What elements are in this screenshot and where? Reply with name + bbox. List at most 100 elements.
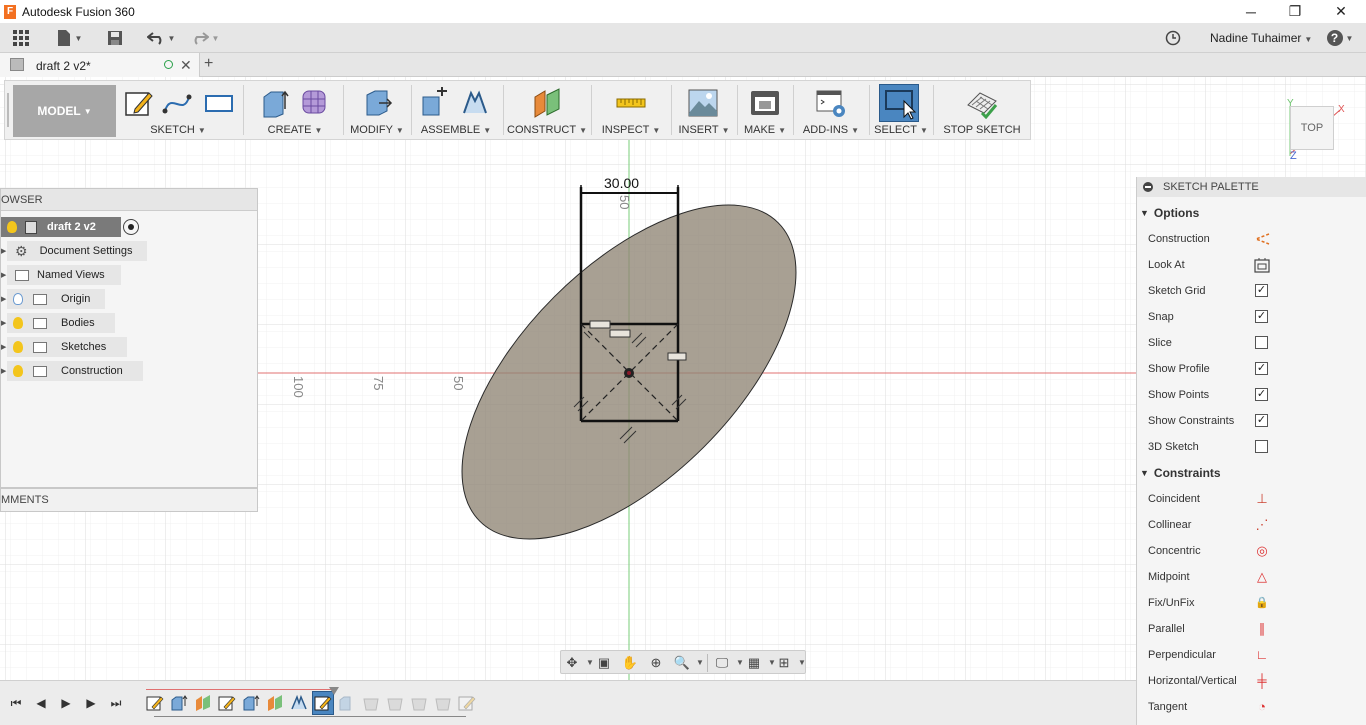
redo-button[interactable]: ▼ [188, 28, 222, 48]
constraints-section-header[interactable]: ▼ Constraints [1137, 462, 1221, 484]
press-pull-icon[interactable] [361, 87, 393, 119]
show-profile-checkbox[interactable]: ✓ [1255, 362, 1268, 375]
browser-document-settings[interactable]: ▶ ⚙ Document Settings [1, 241, 147, 261]
browser-header[interactable]: OWSER [1, 189, 257, 211]
perpendicular-icon[interactable]: ∟ [1253, 646, 1271, 664]
parallel-icon[interactable]: ∥ [1253, 620, 1271, 638]
constraint-concentric[interactable]: Concentric ◎ [1137, 538, 1366, 564]
timeline-extrude-icon[interactable] [242, 694, 260, 712]
tangent-icon[interactable]: ◔ [1253, 698, 1271, 716]
inspect-menu[interactable]: INSPECT ▼ [593, 124, 669, 136]
close-tab-button[interactable]: ✕ [180, 57, 192, 74]
form-icon[interactable] [299, 87, 331, 119]
constraint-midpoint[interactable]: Midpoint △ [1137, 564, 1366, 590]
joint-icon[interactable] [459, 87, 491, 119]
option-3d-sketch[interactable]: 3D Sketch [1137, 434, 1366, 460]
grid-settings-icon[interactable]: ▦ [745, 654, 763, 672]
look-at-icon[interactable] [1253, 256, 1271, 274]
close-button[interactable]: ✕ [1318, 0, 1364, 23]
stop-sketch-group[interactable]: STOP SKETCH [935, 81, 1029, 139]
job-status-clock-icon[interactable] [1163, 28, 1183, 48]
create-menu[interactable]: CREATE ▼ [249, 124, 341, 136]
visibility-bulb-icon[interactable] [13, 293, 23, 305]
scripts-addins-icon[interactable] [815, 87, 847, 119]
constraint-fix-unfix[interactable]: Fix/UnFix 🔒 [1137, 590, 1366, 616]
add-ins-menu[interactable]: ADD-INS ▼ [795, 124, 867, 136]
spline-icon[interactable] [161, 87, 193, 119]
3d-sketch-checkbox[interactable] [1255, 440, 1268, 453]
sketch-menu[interactable]: SKETCH ▼ [117, 124, 239, 136]
insert-image-icon[interactable] [687, 87, 719, 119]
rectangle-icon[interactable] [203, 87, 235, 119]
comments-panel[interactable]: MMENTS [0, 488, 258, 512]
coincident-icon[interactable]: ⊥ [1253, 490, 1271, 508]
constraint-coincident[interactable]: Coincident ⊥ [1137, 486, 1366, 512]
timeline-shell-icon[interactable] [434, 694, 452, 712]
assemble-menu[interactable]: ASSEMBLE ▼ [413, 124, 499, 136]
orbit-icon[interactable]: ✥ [563, 654, 581, 672]
constraint-parallel[interactable]: Parallel ∥ [1137, 616, 1366, 642]
new-component-icon[interactable] [419, 87, 451, 119]
viewports-icon[interactable]: ⊞ [775, 654, 793, 672]
select-menu[interactable]: SELECT ▼ [871, 124, 931, 136]
extrude-icon[interactable] [259, 87, 291, 119]
horizontal-vertical-icon[interactable]: ╪ [1253, 672, 1271, 690]
timeline-sketch-icon[interactable] [458, 694, 476, 712]
options-section-header[interactable]: ▼ Options [1137, 202, 1199, 224]
constraint-horizontal-vertical[interactable]: Horizontal/Vertical ╪ [1137, 668, 1366, 694]
browser-named-views[interactable]: ▶ Named Views [1, 265, 121, 285]
fit-zoom-icon[interactable]: 🔍 [673, 654, 691, 672]
timeline-extrude-icon[interactable] [338, 694, 356, 712]
toolbar-grip[interactable] [7, 93, 9, 127]
data-panel-grid-icon[interactable] [10, 28, 32, 48]
visibility-bulb-icon[interactable] [13, 341, 23, 353]
timeline-shell-icon[interactable] [362, 694, 380, 712]
constraint-collinear[interactable]: Collinear ⋰ [1137, 512, 1366, 538]
select-button[interactable] [879, 84, 919, 122]
timeline-plane-icon[interactable] [266, 694, 284, 712]
activate-component-icon[interactable] [123, 219, 139, 235]
collapse-palette-icon[interactable] [1143, 182, 1153, 192]
browser-sketches[interactable]: ▶ Sketches [1, 337, 127, 357]
minimize-button[interactable]: ─ [1228, 0, 1274, 23]
dimension-value[interactable]: 30.00 [604, 175, 639, 191]
browser-bodies[interactable]: ▶ Bodies [1, 313, 115, 333]
browser-origin[interactable]: ▶ Origin [1, 289, 105, 309]
option-construction[interactable]: Construction [1137, 226, 1366, 252]
look-at-nav-icon[interactable]: ▣ [595, 654, 613, 672]
document-tab[interactable]: draft 2 v2* ✕ [0, 53, 200, 77]
timeline-sketch-icon[interactable] [146, 694, 164, 712]
pan-hand-icon[interactable]: ✋ [621, 654, 639, 672]
timeline-extrude-icon[interactable] [170, 694, 188, 712]
display-settings-icon[interactable]: 🖵 [713, 654, 731, 672]
measure-icon[interactable] [615, 87, 647, 119]
undo-button[interactable]: ▼ [144, 28, 178, 48]
viewcube[interactable]: TOP Y X Z [1284, 98, 1354, 168]
visibility-bulb-icon[interactable] [13, 317, 23, 329]
snap-checkbox[interactable]: ✓ [1255, 310, 1268, 323]
user-account-menu[interactable]: Nadine Tuhaimer ▼ [1210, 31, 1312, 45]
lock-icon[interactable]: 🔒 [1253, 594, 1271, 612]
make-menu[interactable]: MAKE ▼ [739, 124, 791, 136]
collinear-icon[interactable]: ⋰ [1253, 516, 1271, 534]
visibility-bulb-icon[interactable] [7, 221, 17, 233]
sketch-grid-checkbox[interactable]: ✓ [1255, 284, 1268, 297]
zoom-icon[interactable]: ⊕ [647, 654, 665, 672]
browser-construction[interactable]: ▶ Construction [1, 361, 143, 381]
step-forward-icon[interactable]: ▶ [83, 695, 99, 711]
palette-header[interactable]: SKETCH PALETTE [1137, 177, 1366, 197]
constraint-tangent[interactable]: Tangent ◔ [1137, 694, 1366, 720]
workspace-switcher[interactable]: MODEL ▼ [13, 85, 116, 137]
option-show-points[interactable]: Show Points ✓ [1137, 382, 1366, 408]
option-show-profile[interactable]: Show Profile ✓ [1137, 356, 1366, 382]
show-points-checkbox[interactable]: ✓ [1255, 388, 1268, 401]
insert-menu[interactable]: INSERT ▼ [673, 124, 735, 136]
file-menu-button[interactable]: ▼ [54, 28, 84, 48]
go-to-end-icon[interactable]: ⏭ [108, 695, 124, 711]
new-tab-button[interactable]: + [204, 55, 213, 73]
3d-print-icon[interactable] [749, 87, 781, 119]
visibility-bulb-icon[interactable] [13, 365, 23, 377]
step-back-icon[interactable]: ◀ [33, 695, 49, 711]
show-constraints-checkbox[interactable]: ✓ [1255, 414, 1268, 427]
restore-button[interactable]: ❐ [1272, 0, 1318, 23]
